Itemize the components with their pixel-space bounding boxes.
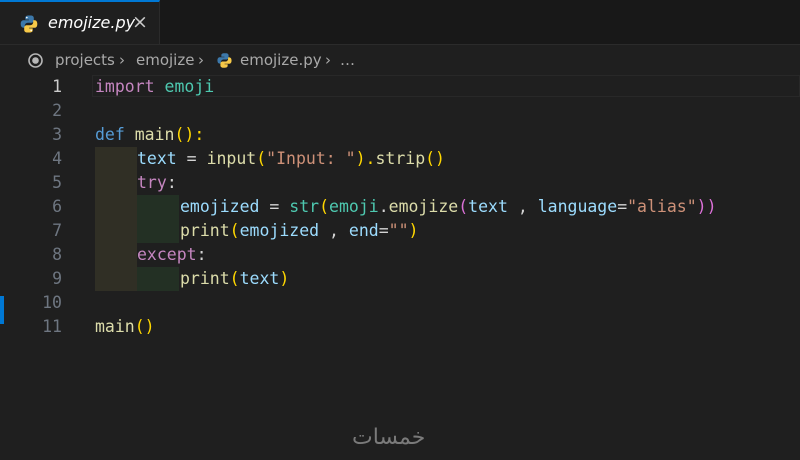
line-number: 9 (52, 269, 62, 288)
code-text: try: (137, 173, 177, 192)
line-number: 5 (52, 173, 62, 192)
line-number: 6 (52, 197, 62, 216)
tab-emojize-py[interactable]: emojize.py × (0, 0, 160, 44)
line-number: 10 (42, 293, 62, 312)
indent-guide (95, 219, 137, 243)
gutter-indicator (0, 296, 4, 324)
indent-guide (137, 219, 179, 243)
python-icon (20, 15, 38, 33)
breadcrumb: projects › emojize › emojize.py › … (0, 45, 800, 75)
watermark-logo: خمسات (352, 425, 426, 450)
indent-guide (95, 195, 137, 219)
line-number: 2 (52, 101, 62, 120)
code-line: 6 emojized = str(emoji.emojize(text , la… (0, 195, 800, 219)
code-line: 9 print(text) (0, 267, 800, 291)
code-line: 10 (0, 291, 800, 315)
code-text: emojized = str(emoji.emojize(text , lang… (180, 197, 717, 216)
code-line: 1 import emoji (0, 75, 800, 99)
code-text: import emoji (95, 77, 215, 96)
breadcrumb-emojize-file[interactable]: emojize.py (240, 51, 322, 69)
indent-guide (137, 195, 179, 219)
breadcrumb-separator: › (325, 51, 331, 69)
indent-guide (95, 147, 137, 171)
code-line: 7 print(emojized , end="") (0, 219, 800, 243)
code-text: def main(): (95, 125, 205, 144)
indent-guide (95, 267, 137, 291)
breadcrumb-symbols[interactable]: … (340, 51, 355, 69)
indent-guide (95, 171, 137, 195)
breadcrumb-separator: › (198, 51, 204, 69)
code-text: main() (95, 317, 155, 336)
code-text: except: (137, 245, 207, 264)
code-line: 8 except: (0, 243, 800, 267)
breadcrumb-projects[interactable]: projects (55, 51, 115, 69)
code-line: 5 try: (0, 171, 800, 195)
indent-guide (95, 243, 137, 267)
tab-label: emojize.py (48, 13, 136, 32)
code-text: text = input("Input: ").strip() (137, 149, 445, 168)
code-text: print(emojized , end="") (180, 221, 419, 240)
line-number: 4 (52, 149, 62, 168)
tab-bar: emojize.py × (0, 0, 800, 45)
code-editor[interactable]: 1 import emoji 2 3 def main(): 4 text = … (0, 75, 800, 345)
python-icon (217, 53, 232, 68)
close-icon[interactable]: × (132, 11, 148, 33)
line-number: 1 (52, 77, 62, 96)
line-number: 7 (52, 221, 62, 240)
code-line: 11 main() (0, 315, 800, 339)
breadcrumb-emojize-folder[interactable]: emojize (136, 51, 194, 69)
indent-guide (137, 267, 179, 291)
breadcrumb-separator: › (119, 51, 125, 69)
code-line: 4 text = input("Input: ").strip() (0, 147, 800, 171)
line-number: 11 (42, 317, 62, 336)
code-line: 2 (0, 99, 800, 123)
line-number: 8 (52, 245, 62, 264)
code-line: 3 def main(): (0, 123, 800, 147)
line-number: 3 (52, 125, 62, 144)
code-text: print(text) (180, 269, 290, 288)
target-icon (28, 53, 43, 68)
